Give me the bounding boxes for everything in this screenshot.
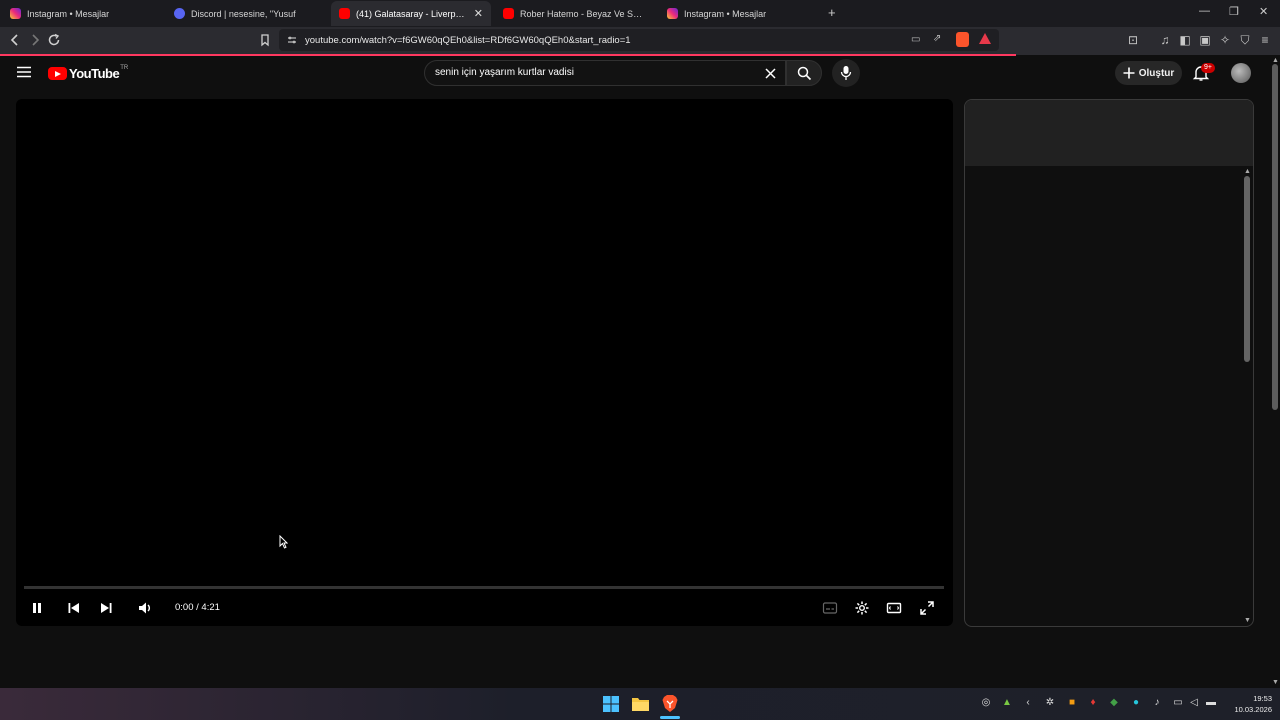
- search-input[interactable]: senin için yaşarım kurtlar vadisi: [424, 60, 786, 86]
- search-query: senin için yaşarım kurtlar vadisi: [435, 67, 574, 78]
- share-icon[interactable]: ⇗: [933, 33, 941, 44]
- network-icon[interactable]: ▭: [1172, 697, 1184, 709]
- close-tab-icon[interactable]: ✕: [474, 7, 483, 20]
- avatar[interactable]: [1231, 63, 1251, 83]
- tab-title: Instagram • Mesajlar: [27, 8, 110, 19]
- youtube-icon: [503, 8, 514, 19]
- tray-settings-icon[interactable]: ✲: [1044, 697, 1056, 709]
- tab-instagram-2[interactable]: Instagram • Mesajlar: [659, 1, 819, 26]
- tab-instagram-1[interactable]: Instagram • Mesajlar: [2, 1, 162, 26]
- media-icon[interactable]: ♫: [1158, 33, 1172, 47]
- restore-icon[interactable]: ❐: [1229, 5, 1239, 18]
- leo-ai-icon[interactable]: ✧: [1218, 33, 1232, 47]
- logo-text: YouTube: [69, 66, 120, 81]
- brave-browser-icon[interactable]: [662, 695, 678, 712]
- playlist-panel: [964, 99, 1254, 627]
- tray-app-icon[interactable]: ◎: [980, 697, 992, 709]
- instagram-icon: [10, 8, 21, 19]
- browser-tab-strip: Instagram • Mesajlar Discord | nesesine,…: [0, 0, 1280, 27]
- pause-icon[interactable]: [29, 600, 45, 616]
- page-scroll-up-icon[interactable]: ▲: [1272, 57, 1279, 64]
- notification-badge: 9+: [1201, 63, 1215, 73]
- theater-mode-icon[interactable]: [886, 600, 902, 616]
- cast-icon[interactable]: ▭: [911, 34, 920, 45]
- youtube-logo[interactable]: YouTube TR: [48, 64, 129, 81]
- tab-title: (41) Galatasaray - Liverpool: [356, 8, 466, 19]
- plus-icon: [1123, 67, 1135, 79]
- progress-bar[interactable]: [24, 586, 944, 589]
- security-icon[interactable]: ●: [1130, 697, 1142, 709]
- tab-discord[interactable]: Discord | nesesine, "Yusuf: [166, 1, 326, 26]
- create-button[interactable]: Oluştur: [1115, 61, 1182, 85]
- tray-chevron-icon[interactable]: ‹: [1022, 697, 1034, 709]
- file-explorer-icon[interactable]: [632, 696, 649, 711]
- voice-search-button[interactable]: [832, 59, 860, 87]
- next-icon[interactable]: [98, 600, 114, 616]
- minimize-icon[interactable]: —: [1199, 5, 1210, 17]
- system-clock[interactable]: 19:53 10.03.2026: [1224, 693, 1272, 715]
- vpn-icon[interactable]: ⛉: [1238, 33, 1252, 47]
- windows-start-icon[interactable]: [603, 696, 619, 712]
- previous-icon[interactable]: [66, 600, 82, 616]
- country-code: TR: [120, 64, 129, 71]
- nvidia-icon[interactable]: ▲: [1001, 697, 1013, 709]
- youtube-play-logo-icon: [48, 67, 67, 80]
- scroll-up-icon[interactable]: ▲: [1244, 168, 1251, 175]
- brave-shields-icon[interactable]: [956, 32, 969, 47]
- reload-icon[interactable]: [47, 33, 61, 47]
- search-button[interactable]: [786, 60, 822, 86]
- tab-youtube-active[interactable]: (41) Galatasaray - Liverpool ✕: [331, 1, 491, 26]
- sidebar-icon[interactable]: ◧: [1178, 33, 1192, 47]
- wallet-icon[interactable]: ▣: [1198, 33, 1212, 47]
- guide-menu-icon[interactable]: [17, 66, 31, 78]
- screenshot-icon[interactable]: ⊡: [1126, 33, 1140, 47]
- url-text: youtube.com/watch?v=f6GW60qQEh0&list=RDf…: [305, 34, 631, 46]
- volume-icon[interactable]: [137, 600, 153, 616]
- window-close-icon[interactable]: ✕: [1259, 5, 1268, 18]
- battery-icon[interactable]: ▬: [1205, 697, 1217, 709]
- scroll-down-icon[interactable]: ▼: [1244, 617, 1251, 624]
- settings-gear-icon[interactable]: [854, 600, 870, 616]
- clock-date: 10.03.2026: [1234, 705, 1272, 714]
- youtube-masthead: YouTube TR senin için yaşarım kurtlar va…: [0, 56, 1270, 90]
- instagram-icon: [667, 8, 678, 19]
- page-scroll-down-icon[interactable]: ▼: [1272, 679, 1279, 686]
- tray-green-app-icon[interactable]: ◆: [1108, 697, 1120, 709]
- microphone-tray-icon[interactable]: ♪: [1151, 697, 1163, 709]
- site-settings-icon[interactable]: [287, 35, 297, 45]
- mouse-cursor-icon: [279, 535, 288, 549]
- browser-toolbar: youtube.com/watch?v=f6GW60qQEh0&list=RDf…: [0, 27, 1280, 55]
- address-bar[interactable]: youtube.com/watch?v=f6GW60qQEh0&list=RDf…: [279, 29, 999, 51]
- forward-icon[interactable]: [28, 33, 42, 47]
- playlist-header-placeholder: [965, 100, 1253, 166]
- speaker-icon[interactable]: ◁: [1188, 697, 1200, 709]
- time-display: 0:00 / 4:21: [175, 602, 220, 613]
- playlist-scrollbar[interactable]: [1244, 176, 1250, 362]
- create-label: Oluştur: [1138, 67, 1175, 79]
- tray-red-app-icon[interactable]: ♦: [1087, 697, 1099, 709]
- active-app-indicator: [660, 716, 680, 719]
- tab-title: Instagram • Mesajlar: [684, 8, 767, 19]
- new-tab-button[interactable]: +: [828, 5, 836, 20]
- bookmark-icon[interactable]: [258, 33, 272, 47]
- video-player[interactable]: [16, 99, 953, 626]
- tab-title: Rober Hatemo - Beyaz Ve Sen (Offici: [520, 8, 647, 19]
- tray-orange-app-icon[interactable]: ■: [1066, 697, 1078, 709]
- menu-icon[interactable]: ≡: [1258, 33, 1272, 47]
- search-icon: [797, 66, 812, 81]
- discord-icon: [174, 8, 185, 19]
- clear-search-icon[interactable]: [765, 68, 776, 79]
- page-scrollbar[interactable]: [1272, 64, 1278, 410]
- back-icon[interactable]: [8, 33, 22, 47]
- tab-youtube-2[interactable]: Rober Hatemo - Beyaz Ve Sen (Offici: [495, 1, 655, 26]
- microphone-icon: [840, 66, 852, 80]
- tab-title: Discord | nesesine, "Yusuf: [191, 8, 296, 19]
- clock-time: 19:53: [1253, 694, 1272, 703]
- subtitles-icon[interactable]: [822, 600, 838, 616]
- brave-rewards-icon[interactable]: [979, 33, 991, 44]
- youtube-icon: [339, 8, 350, 19]
- fullscreen-icon[interactable]: [919, 600, 935, 616]
